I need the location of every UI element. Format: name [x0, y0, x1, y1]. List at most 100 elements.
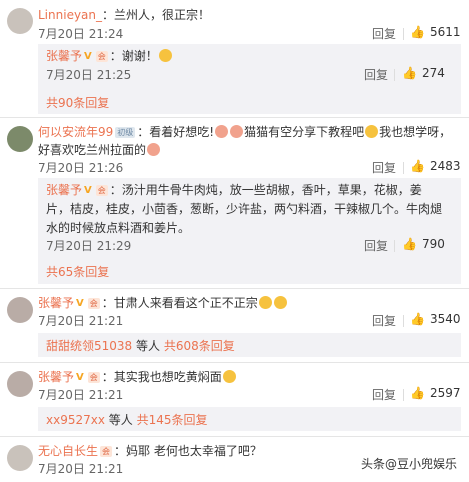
vip-badge: 会 [87, 298, 100, 309]
pig-emoji-icon [147, 143, 161, 156]
comment-text: 何以安流年99 初级 ：看着好想吃! 猫猫有空分享下教程吧 我也想学呀， [38, 122, 461, 142]
username[interactable]: 何以安流年99 [38, 125, 113, 139]
thumb-up-icon: 👍 [410, 25, 425, 39]
like-button[interactable]: 👍 5611 [410, 25, 461, 39]
reply-text-line2: 片，桔皮，桂皮，小茴香，葱断，少许盐，两勺料酒，干辣椒几个。牛肉煺 [46, 202, 443, 216]
username[interactable]: 张馨予 [46, 49, 82, 63]
divider [394, 240, 395, 252]
vip-badge: 会 [87, 372, 100, 383]
comment-body: ：甘肃人来看看这个正不正宗 [101, 296, 258, 310]
like-button[interactable]: 👍 274 [402, 66, 445, 80]
username[interactable]: Linnieyan_ [38, 8, 102, 22]
reply-box: xx9527xx 等人 共145条回复 [38, 407, 461, 431]
more-replies-link[interactable]: 共65条回复 [46, 263, 109, 280]
grin-emoji-icon [158, 49, 172, 62]
comment-text-line2: 好喜欢吃兰州拉面的 [38, 140, 461, 160]
divider [403, 315, 404, 327]
reply-count[interactable]: 共608条回复 [164, 339, 235, 353]
timestamp: 7月20日 21:21 [38, 388, 124, 402]
reply-button[interactable]: 回复 [372, 25, 396, 42]
timestamp: 7月20日 21:25 [46, 68, 132, 82]
avatar[interactable] [7, 297, 33, 323]
reply-button[interactable]: 回复 [364, 66, 388, 83]
avatar[interactable] [7, 445, 33, 471]
level-badge: 初级 [115, 127, 136, 138]
more-replies-link[interactable]: 甜甜统领51038 等人 共608条回复 [46, 337, 235, 354]
verified-badge: V [76, 372, 84, 383]
reply-button[interactable]: 回复 [372, 386, 396, 403]
reply-body: ：谢谢！ [109, 49, 158, 63]
reply-button[interactable]: 回复 [364, 237, 388, 254]
divider [403, 162, 404, 174]
divider [403, 28, 404, 40]
vip-badge: 会 [95, 185, 108, 196]
reply-button[interactable]: 回复 [372, 159, 396, 176]
reply-text: 张馨予 V 会：谢谢！ [46, 46, 453, 66]
thumb-up-icon: 👍 [410, 312, 425, 326]
like-count: 2483 [429, 159, 461, 173]
verified-badge: V [84, 185, 92, 196]
watermark: 头条@豆小兜娱乐 [360, 457, 457, 471]
reply-user-link[interactable]: 甜甜统领51038 [46, 339, 132, 353]
comment-body: 好喜欢吃兰州拉面的 [38, 143, 147, 157]
avatar[interactable] [7, 126, 33, 152]
reply-box: 张馨予 V 会：谢谢！ 7月20日 21:25 回复 👍 274 共90条回复 [38, 44, 461, 114]
comment-body: ：兰州人，很正宗！ [102, 8, 211, 22]
vip-badge: 会 [95, 51, 108, 62]
reply-count[interactable]: 共145条回复 [137, 413, 208, 427]
more-replies-link[interactable]: xx9527xx 等人 共145条回复 [46, 411, 208, 428]
thumb-up-icon: 👍 [410, 386, 425, 400]
sweat-smile-emoji-icon [273, 296, 287, 309]
avatar[interactable] [7, 8, 33, 34]
timestamp: 7月20日 21:21 [38, 462, 124, 476]
like-button[interactable]: 👍 3540 [410, 312, 461, 326]
verified-badge: V [84, 51, 92, 62]
username[interactable]: 张馨予 [38, 370, 74, 384]
drool-emoji-icon [222, 370, 236, 383]
comment-body: ：妈耶 老何也太幸福了吧？ [114, 444, 262, 458]
thumb-up-icon: 👍 [402, 66, 417, 80]
like-count: 2597 [429, 386, 461, 400]
like-count: 790 [421, 237, 445, 251]
thumb-up-icon: 👍 [410, 159, 425, 173]
divider [0, 436, 469, 437]
comment-body: 猫猫有空分享下教程吧 [244, 125, 365, 139]
thumb-up-icon: 👍 [402, 237, 417, 251]
like-button[interactable]: 👍 790 [402, 237, 445, 251]
comment-text: 张馨予 V 会：其实我也想吃黄焖面 [38, 367, 461, 387]
avatar[interactable] [7, 371, 33, 397]
cat-emoji-icon [215, 125, 229, 138]
comment-body: 我也想学呀， [379, 125, 452, 139]
username[interactable]: 无心自长生 [38, 444, 98, 458]
divider [0, 288, 469, 289]
like-count: 3540 [429, 312, 461, 326]
reply-user-link[interactable]: xx9527xx [46, 413, 105, 427]
timestamp: 7月20日 21:29 [46, 239, 132, 253]
reply-text: 张馨予 V 会：汤汁用牛骨牛肉炖，放一些胡椒，香叶，草果，花椒，姜 [46, 180, 453, 200]
like-button[interactable]: 👍 2597 [410, 386, 461, 400]
divider [0, 117, 469, 118]
like-count: 274 [421, 66, 445, 80]
reply-button[interactable]: 回复 [372, 312, 396, 329]
timestamp: 7月20日 21:21 [38, 314, 124, 328]
reply-body: ：汤汁用牛骨牛肉炖，放一些胡椒，香叶，草果，花椒，姜 [109, 183, 422, 197]
comment-text: 张馨予 V 会：甘肃人来看看这个正不正宗 [38, 293, 461, 313]
more-replies-link[interactable]: 共90条回复 [46, 94, 109, 111]
reply-box: 甜甜统领51038 等人 共608条回复 [38, 333, 461, 357]
divider [394, 69, 395, 81]
comment-body: ：看着好想吃! [137, 125, 215, 139]
reply-box: 张馨予 V 会：汤汁用牛骨牛肉炖，放一些胡椒，香叶，草果，花椒，姜 片，桔皮，桂皮，… [38, 178, 461, 284]
comment-body: ：其实我也想吃黄焖面 [101, 370, 222, 384]
username[interactable]: 张馨予 [46, 183, 82, 197]
sweat-smile-emoji-icon [258, 296, 272, 309]
like-button[interactable]: 👍 2483 [410, 159, 461, 173]
divider [403, 389, 404, 401]
comment-text: Linnieyan_：兰州人，很正宗！ [38, 5, 461, 25]
username[interactable]: 张馨予 [38, 296, 74, 310]
timestamp: 7月20日 21:26 [38, 161, 124, 175]
wink-emoji-icon [365, 125, 379, 138]
others-label: 等人 [132, 339, 164, 353]
divider [0, 362, 469, 363]
verified-badge: V [76, 298, 84, 309]
timestamp: 7月20日 21:24 [38, 27, 124, 41]
